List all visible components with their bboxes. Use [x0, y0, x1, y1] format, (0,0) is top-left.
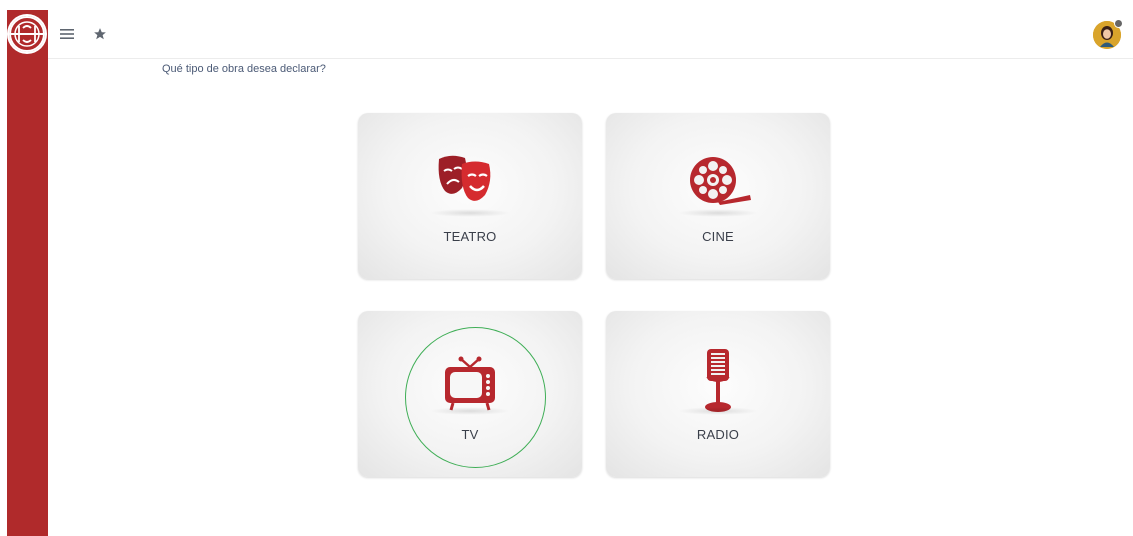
- avatar-status-dot: [1114, 19, 1123, 28]
- sidebar-strip: [7, 10, 48, 536]
- card-label: RADIO: [696, 427, 740, 442]
- icon-shadow: [430, 209, 510, 217]
- card-radio[interactable]: RADIO: [606, 311, 830, 477]
- tv-icon: [358, 349, 582, 413]
- app-root: Qué tipo de obra desea declarar? TEATRO: [0, 0, 1133, 536]
- card-label: CINE: [702, 229, 734, 244]
- star-icon[interactable]: [90, 24, 110, 44]
- card-label: TV: [461, 427, 479, 442]
- icon-shadow: [678, 209, 758, 217]
- microphone-icon: [606, 349, 830, 413]
- page-question: Qué tipo de obra desea declarar?: [162, 63, 326, 75]
- card-cine[interactable]: CINE: [606, 113, 830, 279]
- sidebar: [0, 0, 48, 536]
- theater-masks-icon: [358, 151, 582, 215]
- card-tv[interactable]: TV: [358, 311, 582, 477]
- icon-shadow: [678, 407, 758, 415]
- hamburger-icon[interactable]: [57, 24, 77, 44]
- card-label: TEATRO: [443, 229, 497, 244]
- film-reel-icon: [606, 151, 830, 215]
- user-avatar[interactable]: [1093, 19, 1123, 49]
- icon-shadow: [430, 407, 510, 415]
- top-bar: [48, 10, 1133, 59]
- card-teatro[interactable]: TEATRO: [358, 113, 582, 279]
- logo-icon[interactable]: [7, 14, 47, 54]
